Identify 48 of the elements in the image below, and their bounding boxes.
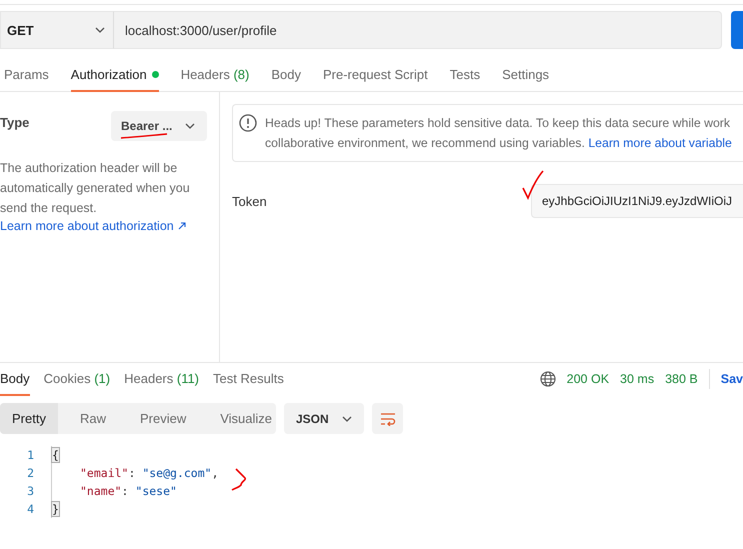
response-tab[interactable]: Headers (11) bbox=[124, 363, 200, 396]
check-mark-annotation bbox=[522, 170, 544, 200]
auth-type-dropdown[interactable]: Bearer ... bbox=[111, 111, 207, 141]
code-line: "email": "se@g.com", bbox=[80, 466, 219, 480]
chevron-down-icon bbox=[185, 123, 195, 129]
bracket: { bbox=[52, 448, 59, 462]
learn-more-link[interactable]: Learn more about authorization bbox=[0, 219, 186, 233]
response-size: 380 B bbox=[665, 372, 698, 386]
line-number: 3 bbox=[26, 484, 34, 498]
learn-more-link[interactable]: Learn more about variable bbox=[588, 136, 732, 150]
request-tab[interactable]: Body bbox=[271, 59, 301, 92]
view-mode-tab[interactable]: Pretty bbox=[0, 403, 58, 434]
chevron-down-icon bbox=[95, 27, 105, 33]
request-tab[interactable]: Tests bbox=[450, 59, 480, 92]
warning-icon bbox=[239, 114, 257, 132]
request-tab[interactable]: Params bbox=[4, 59, 49, 92]
line-number: 4 bbox=[26, 502, 34, 516]
url-field[interactable]: localhost:3000/user/profile bbox=[114, 11, 722, 49]
line-number: 2 bbox=[26, 466, 34, 480]
globe-icon[interactable] bbox=[540, 371, 556, 387]
bracket: } bbox=[52, 502, 59, 516]
response-tab[interactable]: Cookies (1) bbox=[44, 363, 110, 396]
chevron-down-icon bbox=[342, 416, 352, 422]
format-dropdown[interactable]: JSON bbox=[284, 403, 364, 434]
code-line: "name": "sese" bbox=[80, 484, 177, 498]
response-tab[interactable]: Test Results bbox=[213, 363, 284, 396]
request-tab[interactable]: Settings bbox=[502, 59, 550, 92]
auth-description: The authorization header will be automatically generated when you send the request. bbox=[0, 160, 191, 217]
view-mode-tab[interactable]: Preview bbox=[128, 403, 198, 434]
wrap-lines-icon bbox=[380, 412, 396, 426]
response-time: 30 ms bbox=[620, 372, 654, 386]
line-number: 1 bbox=[26, 448, 34, 462]
method-dropdown[interactable]: GET bbox=[0, 11, 114, 49]
status-code: 200 OK bbox=[566, 372, 610, 386]
token-field[interactable]: eyJhbGciOiJIUzI1NiJ9.eyJzdWIiOiJ bbox=[531, 184, 743, 218]
request-tab[interactable]: Authorization bbox=[70, 59, 159, 92]
token-label: Token bbox=[232, 194, 267, 208]
request-tab[interactable]: Pre-request Script bbox=[322, 59, 428, 92]
save-response-button[interactable]: Sav bbox=[720, 372, 743, 386]
view-mode-tab[interactable]: Raw bbox=[68, 403, 118, 434]
wrap-lines-button[interactable] bbox=[372, 403, 403, 434]
notice-text: Heads up! These parameters hold sensitive data. To keep this data secure while work collaborative environment, we recommend using variables. Learn more about variable bbox=[265, 115, 733, 152]
annotation-underline bbox=[120, 133, 168, 139]
external-arrow-icon bbox=[178, 222, 186, 230]
request-tab[interactable]: Headers (8) bbox=[180, 59, 250, 92]
type-label: Type bbox=[0, 114, 30, 130]
view-mode-tab[interactable]: Visualize bbox=[208, 403, 284, 434]
response-tab[interactable]: Body bbox=[0, 363, 30, 396]
